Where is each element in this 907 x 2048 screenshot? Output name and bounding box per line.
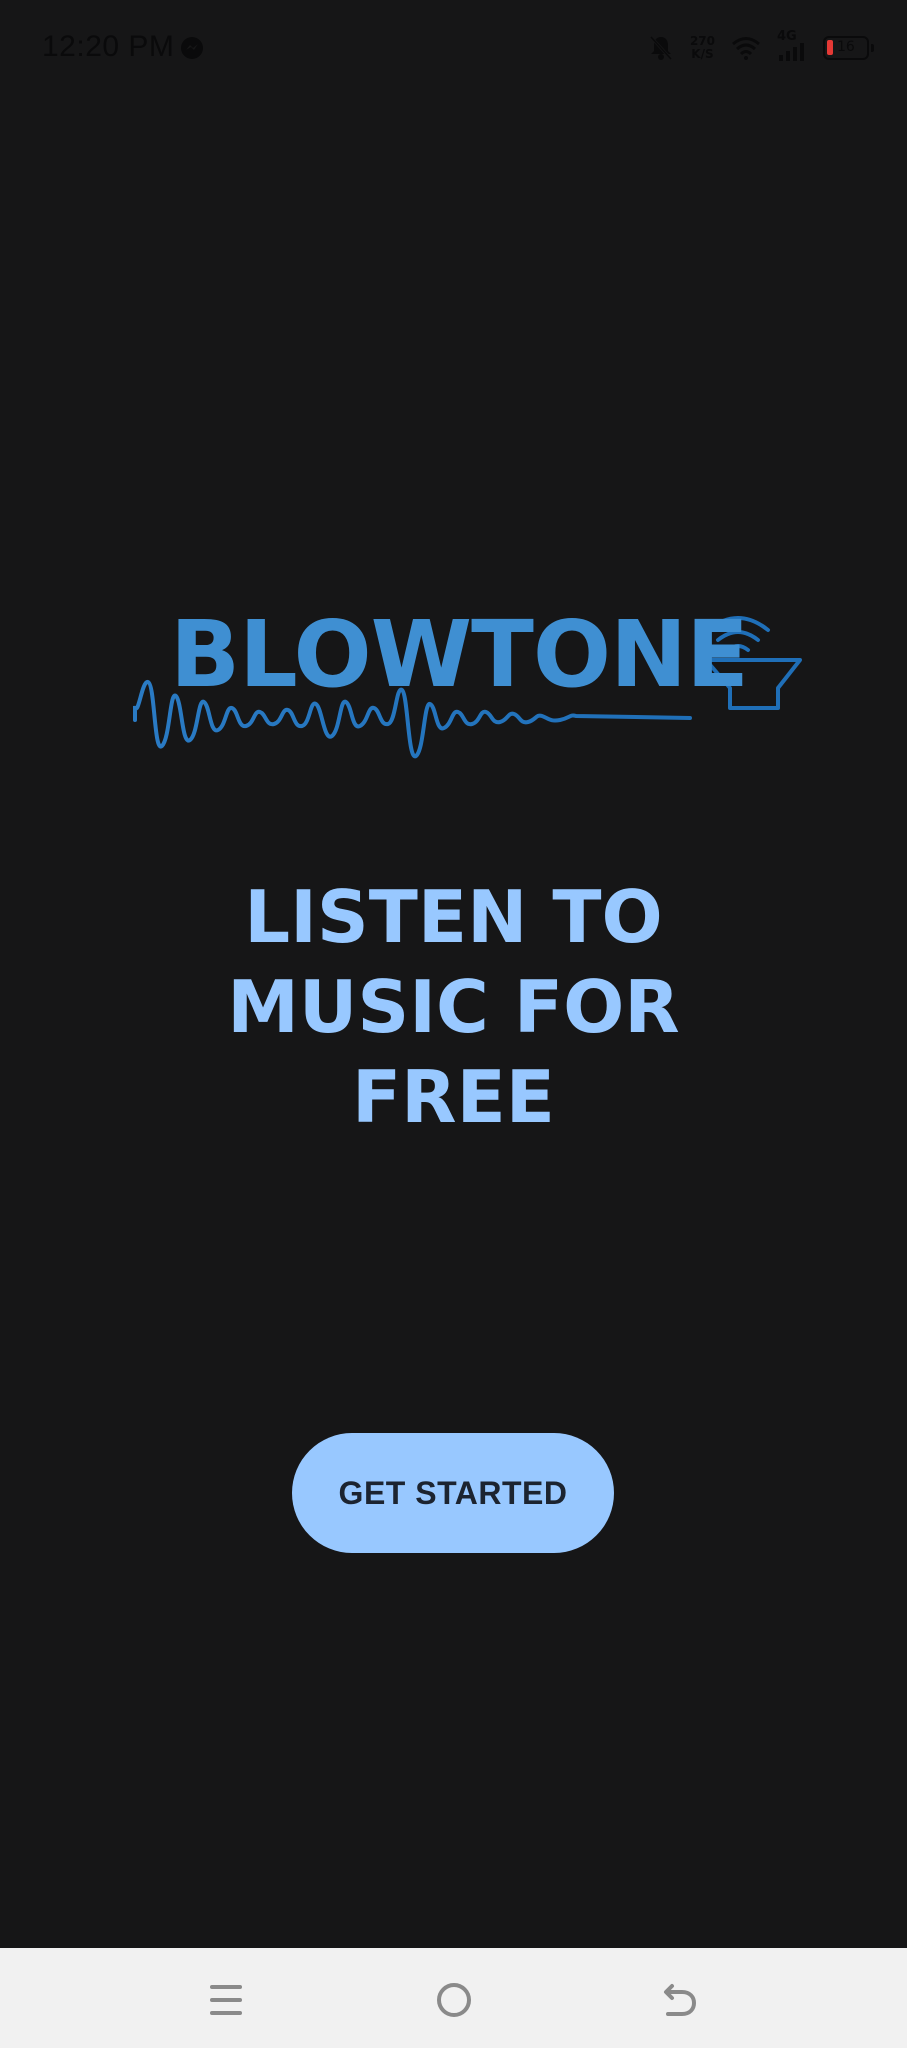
signal-icon: 4G [777, 29, 807, 63]
battery-icon: 16 [823, 36, 874, 60]
wifi-icon [731, 36, 761, 60]
app-logo: BLOWTONE [130, 578, 810, 778]
get-started-button[interactable]: GET STARTED [292, 1433, 614, 1553]
tagline-line-1: LISTEN TO [244, 875, 663, 959]
system-nav-bar [0, 1948, 907, 2048]
speed-icon: 270 K/S [690, 35, 715, 61]
mute-icon [648, 34, 674, 62]
back-icon[interactable] [656, 1976, 704, 2024]
home-icon[interactable] [430, 1976, 478, 2024]
battery-percent: 16 [837, 39, 855, 55]
logo-text: BLOWTONE [170, 601, 749, 708]
splash-screen: 12:20 PM 270 K/S 4G 16 BLOWTONE LISTEN T… [0, 0, 907, 2048]
tagline-line-2: MUSIC FOR [227, 965, 680, 1049]
network-speed-unit: K/S [691, 47, 714, 61]
status-bar: 12:20 PM 270 K/S 4G 16 [0, 0, 907, 100]
status-icons: 270 K/S 4G 16 [648, 26, 874, 70]
messenger-icon [180, 36, 204, 60]
menu-icon[interactable] [202, 1976, 250, 2024]
tagline: LISTEN TO MUSIC FOR FREE [0, 872, 907, 1142]
network-speed-value: 270 [689, 34, 715, 48]
tagline-line-3: FREE [352, 1055, 555, 1139]
status-time: 12:20 PM [42, 30, 175, 63]
